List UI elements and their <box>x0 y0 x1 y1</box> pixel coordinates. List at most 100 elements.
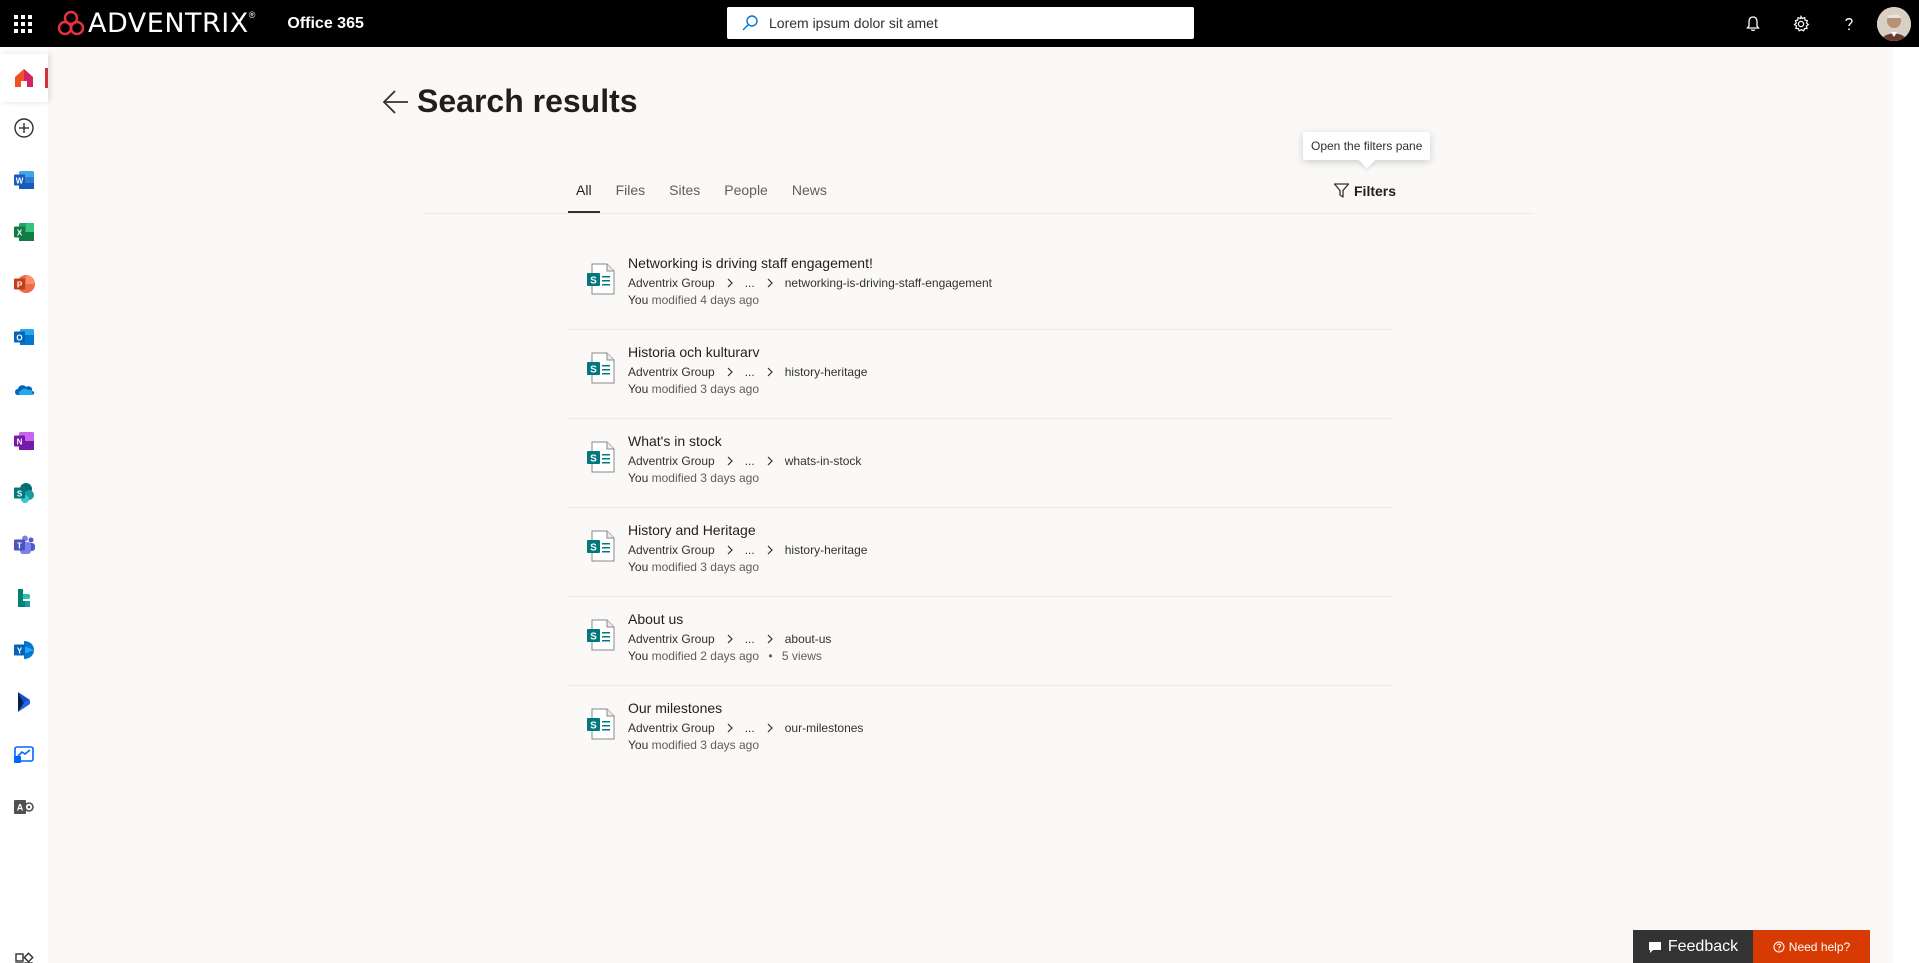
svg-text:S: S <box>590 632 597 643</box>
chat-bubble-icon <box>1648 941 1661 953</box>
result-item[interactable]: S Our milestones Adventrix Group ... our… <box>568 686 1393 775</box>
tab-files[interactable]: Files <box>608 176 654 213</box>
app-launcher-button[interactable] <box>0 0 46 47</box>
rail-outlook[interactable]: O <box>0 313 48 361</box>
filters-tooltip: Open the filters pane <box>1303 132 1431 160</box>
sharepoint-page-icon: S <box>587 352 615 384</box>
svg-text:S: S <box>590 276 597 287</box>
result-item[interactable]: S About us Adventrix Group ... about-us … <box>568 597 1393 686</box>
brand-registered-mark: ® <box>248 10 256 20</box>
search-box[interactable] <box>727 7 1194 39</box>
right-edge-panel <box>1893 47 1919 963</box>
tab-news[interactable]: News <box>784 176 835 213</box>
breadcrumb-ellipsis[interactable]: ... <box>745 631 755 647</box>
result-meta: You modified 4 days ago <box>628 291 992 309</box>
search-input[interactable] <box>769 15 1169 31</box>
result-item[interactable]: S Networking is driving staff engagement… <box>568 241 1393 330</box>
result-title[interactable]: Historia och kulturarv <box>628 342 867 362</box>
rail-yammer[interactable]: Y <box>0 626 48 674</box>
breadcrumb-page[interactable]: history-heritage <box>785 542 868 558</box>
sharepoint-page-icon: S <box>587 708 615 740</box>
breadcrumb-page[interactable]: networking-is-driving-staff-engagement <box>785 275 992 291</box>
rail-dynamics[interactable] <box>0 678 48 726</box>
create-icon <box>14 118 34 138</box>
breadcrumb-page[interactable]: whats-in-stock <box>785 453 862 469</box>
breadcrumb-site[interactable]: Adventrix Group <box>628 453 715 469</box>
svg-text:X: X <box>17 229 23 238</box>
rail-sharepoint[interactable]: S <box>0 469 48 517</box>
result-title[interactable]: Our milestones <box>628 698 863 718</box>
excel-icon: X <box>14 223 34 241</box>
result-title[interactable]: What's in stock <box>628 431 861 451</box>
page-title: Search results <box>417 83 638 119</box>
rail-onedrive[interactable] <box>0 365 48 413</box>
feedback-label: Feedback <box>1667 937 1739 955</box>
breadcrumb-ellipsis[interactable]: ... <box>745 720 755 736</box>
notifications-button[interactable] <box>1729 0 1777 47</box>
rail-word[interactable]: W <box>0 156 48 204</box>
result-title[interactable]: Networking is driving staff engagement! <box>628 253 992 273</box>
settings-button[interactable] <box>1777 0 1825 47</box>
result-breadcrumb: Adventrix Group ... networking-is-drivin… <box>628 275 992 291</box>
outlook-icon: O <box>14 329 34 345</box>
modified-time: modified 3 days ago <box>651 738 759 752</box>
gear-icon <box>1793 14 1810 32</box>
user-avatar[interactable] <box>1877 6 1911 41</box>
rail-excel[interactable]: X <box>0 208 48 256</box>
tab-people[interactable]: People <box>716 176 776 213</box>
rail-power-automate[interactable] <box>0 730 48 778</box>
powerpoint-icon: P <box>14 275 35 293</box>
result-item[interactable]: S What's in stock Adventrix Group ... wh… <box>568 419 1393 508</box>
svg-text:A: A <box>17 803 24 813</box>
power-automate-icon <box>14 746 34 763</box>
rail-create[interactable] <box>0 104 48 152</box>
breadcrumb-ellipsis[interactable]: ... <box>745 364 755 380</box>
need-help-button[interactable]: Need help? <box>1753 930 1870 963</box>
filters-button[interactable]: Filters <box>1333 182 1396 199</box>
result-title[interactable]: About us <box>628 609 831 629</box>
rail-all-apps[interactable] <box>0 938 48 963</box>
help-button[interactable] <box>1825 0 1873 47</box>
result-meta: You modified 3 days ago <box>628 380 867 398</box>
breadcrumb-page[interactable]: history-heritage <box>785 364 868 380</box>
result-item[interactable]: S Historia och kulturarv Adventrix Group… <box>568 330 1393 419</box>
svg-text:S: S <box>590 365 597 376</box>
dynamics-icon <box>18 692 30 712</box>
chevron-right-icon <box>727 545 733 555</box>
breadcrumb-site[interactable]: Adventrix Group <box>628 720 715 736</box>
onenote-icon: N <box>14 432 34 450</box>
rail-home[interactable] <box>0 54 48 102</box>
home-icon <box>15 69 33 87</box>
back-arrow-icon[interactable] <box>381 87 411 117</box>
app-name[interactable]: Office 365 <box>287 15 363 33</box>
svg-text:T: T <box>17 542 22 551</box>
need-help-label: Need help? <box>1788 939 1851 954</box>
breadcrumb-site[interactable]: Adventrix Group <box>628 631 715 647</box>
rail-onenote[interactable]: N <box>0 417 48 465</box>
top-bar: ADVENTRIX ® Office 365 <box>0 0 1919 47</box>
result-title[interactable]: History and Heritage <box>628 520 867 540</box>
svg-text:S: S <box>590 454 597 465</box>
breadcrumb-ellipsis[interactable]: ... <box>745 275 755 291</box>
rail-sway[interactable] <box>0 574 48 622</box>
breadcrumb-page[interactable]: about-us <box>785 631 832 647</box>
rail-teams[interactable]: T <box>0 521 48 569</box>
breadcrumb-ellipsis[interactable]: ... <box>745 542 755 558</box>
rail-admin[interactable]: A <box>0 783 48 831</box>
breadcrumb-site[interactable]: Adventrix Group <box>628 364 715 380</box>
tab-all[interactable]: All <box>568 176 600 213</box>
rail-powerpoint[interactable]: P <box>0 260 48 308</box>
brand-name: ADVENTRIX <box>88 8 249 39</box>
feedback-button[interactable]: Feedback <box>1633 930 1753 963</box>
chevron-right-icon <box>727 456 733 466</box>
chevron-right-icon <box>767 278 773 288</box>
brand-logo[interactable]: ADVENTRIX ® <box>56 0 255 47</box>
result-tabs: All Files Sites People News <box>568 176 843 213</box>
breadcrumb-ellipsis[interactable]: ... <box>745 453 755 469</box>
breadcrumb-site[interactable]: Adventrix Group <box>628 542 715 558</box>
breadcrumb-page[interactable]: our-milestones <box>785 720 864 736</box>
result-item[interactable]: S History and Heritage Adventrix Group .… <box>568 508 1393 597</box>
breadcrumb-site[interactable]: Adventrix Group <box>628 275 715 291</box>
chevron-right-icon <box>767 634 773 644</box>
tab-sites[interactable]: Sites <box>661 176 708 213</box>
